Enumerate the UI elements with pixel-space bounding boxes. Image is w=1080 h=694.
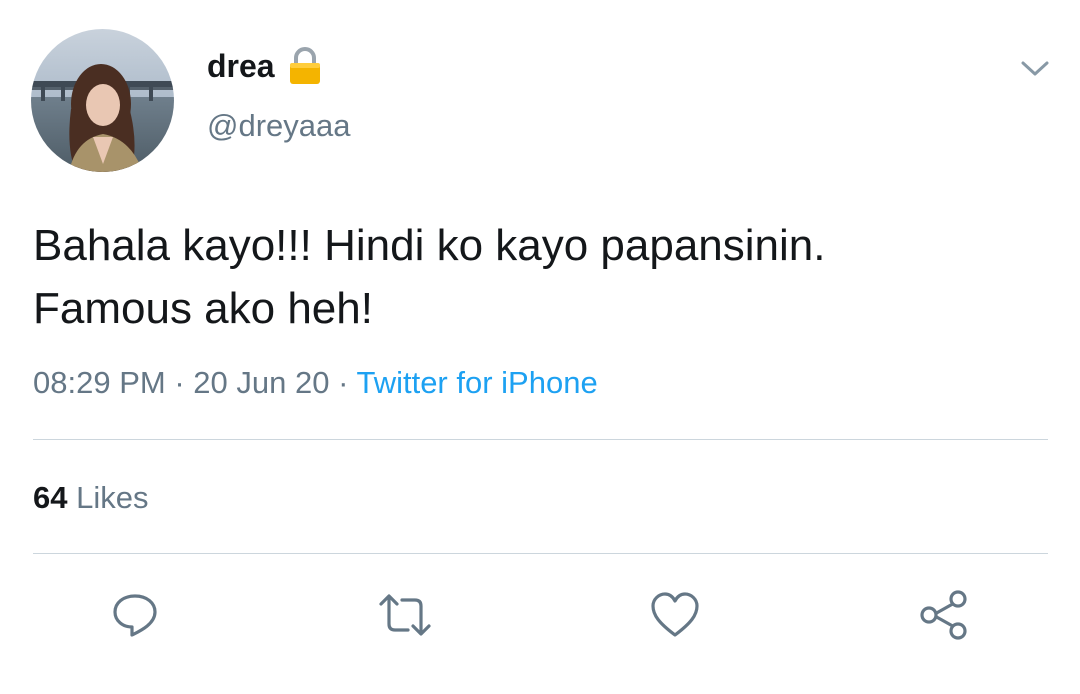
share-button[interactable]	[918, 588, 972, 642]
display-name[interactable]: drea	[207, 46, 275, 86]
divider	[33, 439, 1048, 440]
lock-icon	[287, 46, 323, 86]
reply-button[interactable]	[108, 588, 162, 642]
avatar[interactable]	[31, 29, 174, 172]
display-name-row[interactable]: drea	[207, 46, 323, 86]
tweet-source-link[interactable]: Twitter for iPhone	[356, 365, 597, 400]
share-icon	[920, 590, 967, 640]
retweet-button[interactable]	[378, 588, 432, 642]
likes-stat[interactable]: 64 Likes	[33, 477, 148, 519]
avatar-photo	[31, 29, 174, 172]
user-handle[interactable]: @dreyaaa	[207, 106, 351, 146]
meta-separator: ·	[174, 365, 185, 400]
likes-label: Likes	[76, 480, 149, 515]
divider	[33, 553, 1048, 554]
tweet-date[interactable]: 20 Jun 20	[193, 365, 329, 400]
retweet-icon	[379, 594, 431, 636]
meta-separator: ·	[338, 365, 349, 400]
tweet-meta: 08:29 PM · 20 Jun 20 · Twitter for iPhon…	[33, 362, 598, 404]
tweet-time[interactable]: 08:29 PM	[33, 365, 166, 400]
heart-icon	[651, 592, 699, 637]
likes-count: 64	[33, 480, 68, 515]
tweet-text: Bahala kayo!!! Hindi ko kayo papansinin.…	[33, 221, 826, 333]
like-button[interactable]	[648, 588, 702, 642]
comment-icon	[113, 594, 157, 637]
chevron-down-icon[interactable]	[1018, 55, 1052, 81]
